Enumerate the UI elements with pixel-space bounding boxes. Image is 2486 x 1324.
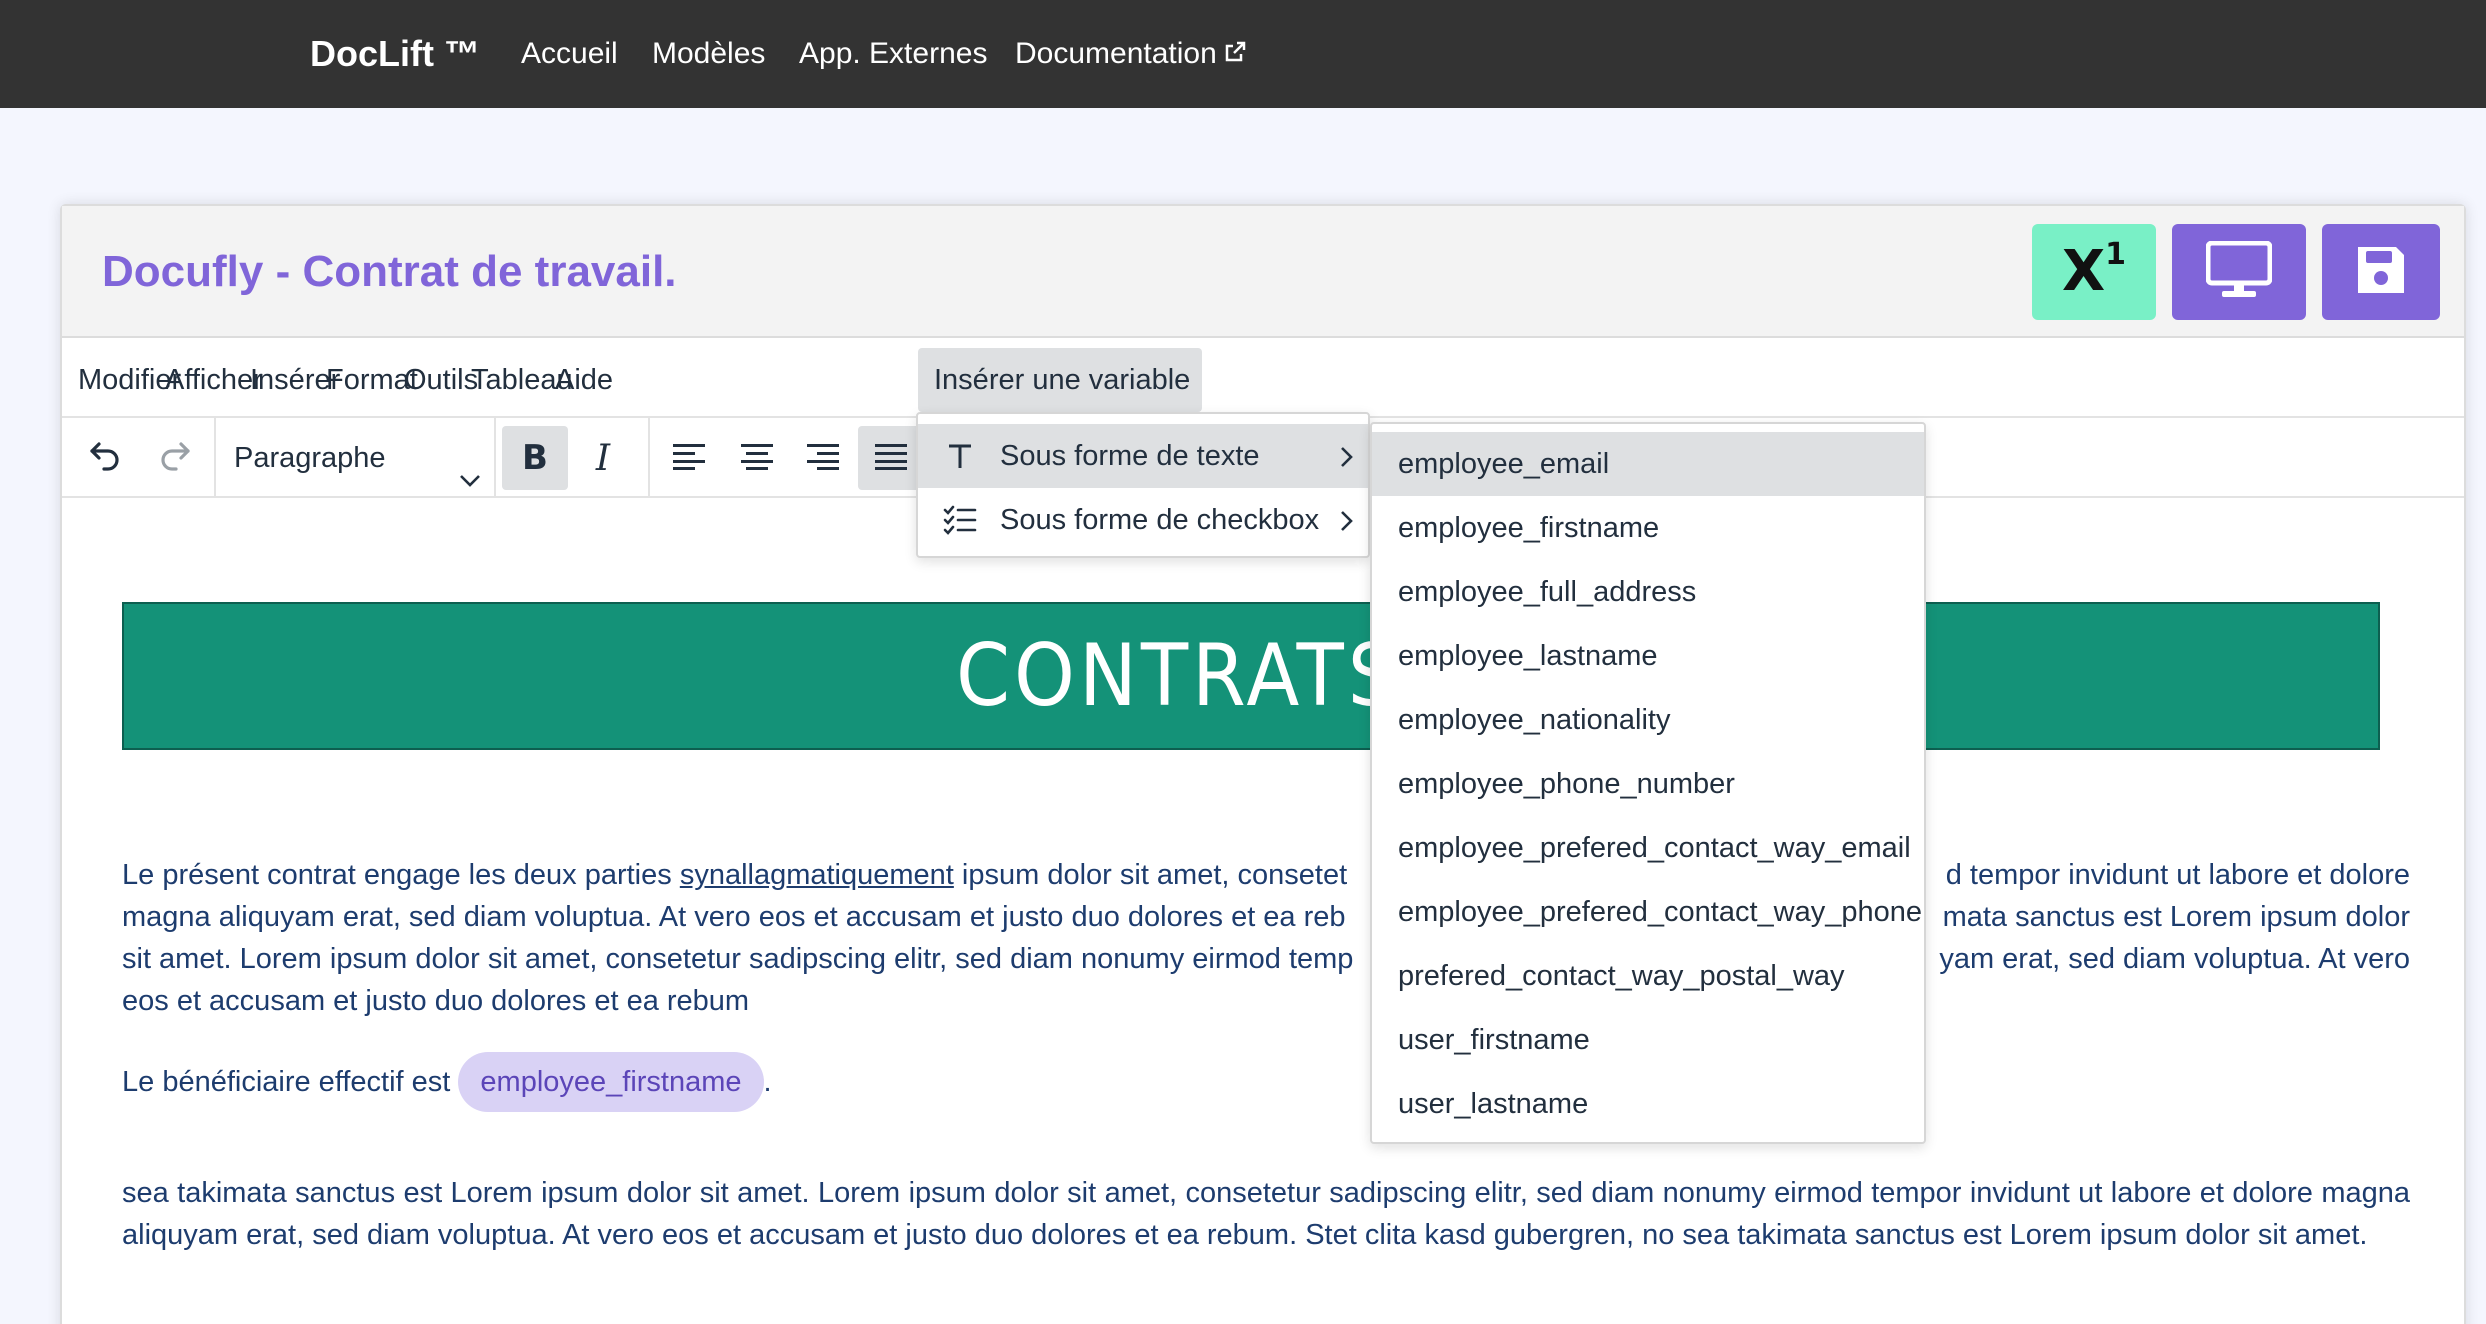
nav-link-home[interactable]: Accueil — [521, 30, 618, 78]
variable-option[interactable]: employee_firstname — [1372, 496, 1924, 560]
align-left-button[interactable] — [656, 426, 722, 490]
variable-option[interactable]: employee_email — [1372, 432, 1924, 496]
nav-link-templates[interactable]: Modèles — [652, 30, 765, 78]
beneficiary-period: . — [763, 1066, 772, 1098]
bold-icon: B — [522, 438, 548, 478]
variable-option[interactable]: user_firstname — [1372, 1008, 1924, 1072]
intro-text-mid: ipsum dolor sit amet, consetet — [953, 859, 1348, 891]
save-button[interactable] — [2322, 224, 2440, 320]
insert-as-text-item[interactable]: Sous forme de texte — [918, 424, 1368, 488]
superscript-icon: X1 — [2061, 237, 2127, 304]
redo-button[interactable] — [142, 426, 208, 490]
nav-link-documentation-label: Documentation — [1015, 37, 1217, 70]
variable-option[interactable]: employee_phone_number — [1372, 752, 1924, 816]
intro-line-2: magna aliquyam erat, sed diam voluptua. … — [122, 901, 1346, 933]
brand-logo[interactable]: DocLift ™ — [310, 30, 480, 78]
superscript-button[interactable]: X1 — [2032, 224, 2156, 320]
chevron-right-icon — [1338, 444, 1354, 477]
underlined-link: synallagmatiquement — [679, 859, 954, 891]
chevron-right-icon — [1338, 508, 1354, 541]
document-content[interactable]: CONTRATS DE Le présent contrat engage le… — [62, 500, 2464, 1324]
align-right-icon — [806, 442, 840, 475]
align-left-icon — [672, 442, 706, 475]
menu-help[interactable]: Aide — [539, 348, 629, 412]
variable-chip[interactable]: employee_firstname — [458, 1052, 764, 1112]
card-header: Docufly - Contrat de travail. X1 — [62, 206, 2464, 338]
paragraph-intro: Le présent contrat engage les deux parti… — [122, 854, 2410, 1022]
paragraph-lorem: sea takimata sanctus est Lorem ipsum dol… — [122, 1177, 2410, 1251]
bold-button[interactable]: B — [502, 426, 568, 490]
nav-link-external-apps[interactable]: App. Externes — [799, 30, 987, 78]
insert-as-checkbox-item[interactable]: Sous forme de checkbox — [918, 488, 1368, 552]
align-center-icon — [740, 442, 774, 475]
intro-text: Le présent contrat engage les deux parti… — [122, 859, 680, 891]
intro-text-end: d tempor invidunt ut labore et dolore — [1945, 859, 2410, 891]
intro-line-3: sit amet. Lorem ipsum dolor sit amet, co… — [122, 943, 1354, 975]
monitor-icon — [2205, 240, 2273, 304]
block-format-value: Paragraphe — [234, 442, 386, 474]
italic-icon: I — [595, 437, 611, 479]
nav-link-documentation[interactable]: Documentation — [1015, 30, 1247, 79]
variable-option[interactable]: user_lastname — [1372, 1072, 1924, 1136]
document-title: Docufly - Contrat de travail. — [102, 247, 677, 296]
undo-button[interactable] — [72, 426, 138, 490]
editor-menubar: Modifier Afficher Insérer Format Outils … — [62, 340, 2464, 418]
floppy-disk-icon — [2354, 243, 2408, 302]
menu-insert-variable[interactable]: Insérer une variable — [918, 348, 1202, 412]
variable-option[interactable]: prefered_contact_way_postal_way — [1372, 944, 1924, 1008]
toolbar-separator — [214, 418, 216, 496]
variables-submenu: employee_email employee_firstname employ… — [1370, 422, 1926, 1144]
redo-icon — [157, 438, 193, 479]
external-link-icon — [1223, 31, 1247, 79]
variable-option[interactable]: employee_full_address — [1372, 560, 1924, 624]
insert-variable-dropdown: Sous forme de texte Sous forme de checkb… — [916, 412, 1370, 558]
top-navbar: DocLift ™ Accueil Modèles App. Externes … — [0, 0, 2486, 108]
toolbar-separator — [648, 418, 650, 496]
beneficiary-text: Le bénéficiaire effectif est — [122, 1066, 451, 1098]
preview-button[interactable] — [2172, 224, 2306, 320]
text-type-icon — [932, 441, 988, 471]
align-right-button[interactable] — [790, 426, 856, 490]
variable-option[interactable]: employee_prefered_contact_way_phone — [1372, 880, 1924, 944]
toolbar-separator — [494, 418, 496, 496]
title-banner: CONTRATS DE — [122, 602, 2380, 750]
intro-line-3-end: yam erat, sed diam voluptua. At vero — [1939, 943, 2410, 975]
variable-option[interactable]: employee_lastname — [1372, 624, 1924, 688]
italic-button[interactable]: I — [570, 426, 636, 490]
align-justify-button[interactable] — [858, 426, 924, 490]
variable-option[interactable]: employee_prefered_contact_way_email — [1372, 816, 1924, 880]
variable-option[interactable]: employee_nationality — [1372, 688, 1924, 752]
paragraph-beneficiary: Le bénéficiaire effectif est employee_fi… — [122, 1052, 2410, 1112]
align-justify-icon — [874, 442, 908, 475]
insert-as-text-label: Sous forme de texte — [1000, 439, 1260, 472]
intro-line-4: eos et accusam et justo duo dolores et e… — [122, 985, 750, 1017]
editor-card: Docufly - Contrat de travail. X1 Modifie… — [60, 204, 2466, 1324]
undo-icon — [87, 438, 123, 479]
insert-as-checkbox-label: Sous forme de checkbox — [1000, 503, 1320, 536]
block-format-select[interactable]: Paragraphe — [218, 426, 494, 490]
intro-line-2-end: mata sanctus est Lorem ipsum dolor — [1942, 901, 2410, 933]
align-center-button[interactable] — [724, 426, 790, 490]
checklist-icon — [932, 505, 988, 535]
